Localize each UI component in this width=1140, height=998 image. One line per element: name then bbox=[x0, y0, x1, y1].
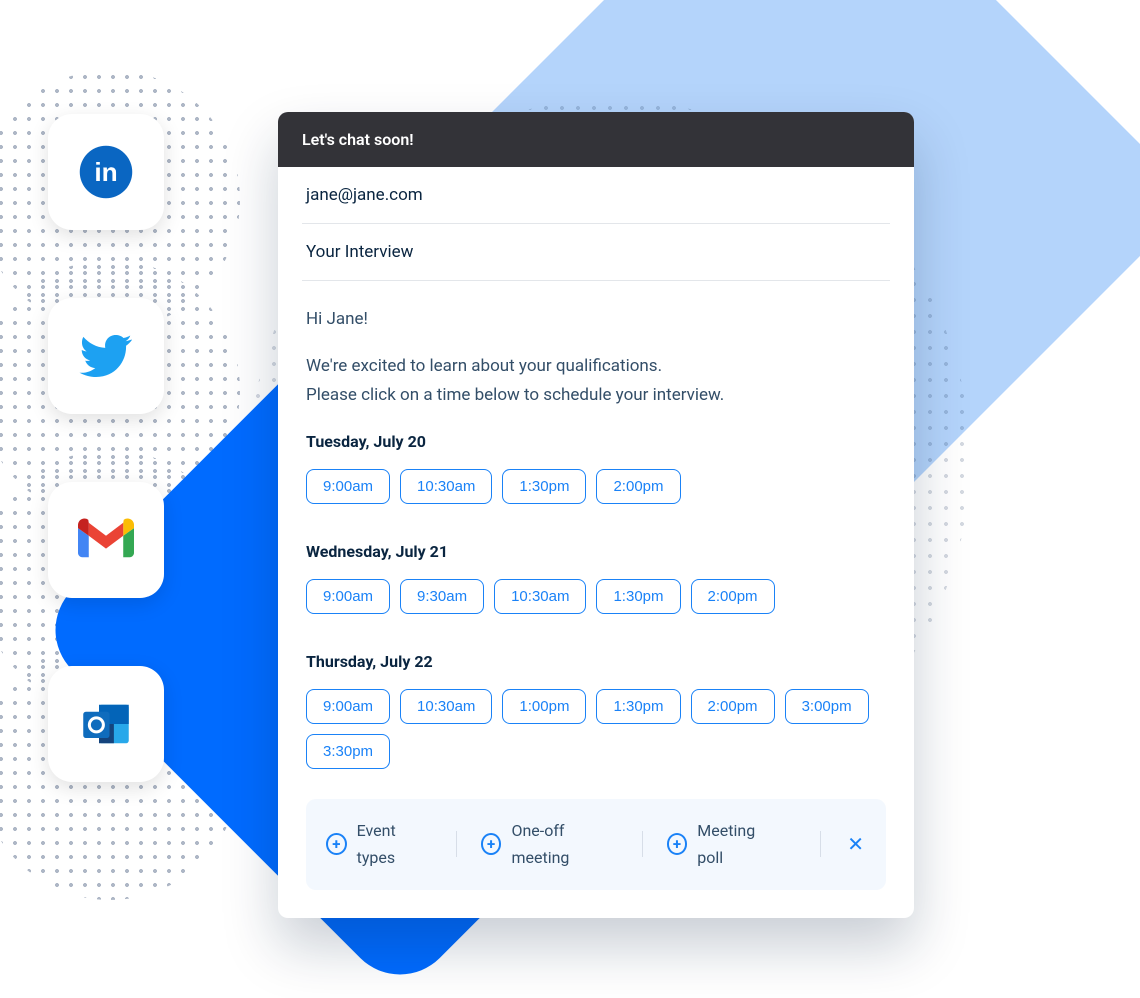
linkedin-icon: in bbox=[48, 114, 164, 230]
time-slot-button[interactable]: 3:30pm bbox=[306, 734, 390, 769]
divider bbox=[820, 831, 821, 857]
twitter-icon bbox=[48, 298, 164, 414]
one-off-meeting-button[interactable]: + One-off meeting bbox=[475, 813, 624, 875]
day-block: Tuesday, July 20 9:00am 10:30am 1:30pm 2:00… bbox=[306, 428, 681, 504]
day-label: Wednesday, July 21 bbox=[306, 538, 775, 565]
to-field[interactable]: jane@jane.com bbox=[302, 167, 890, 224]
compose-toolbar: + Event types + One-off meeting + Meetin… bbox=[306, 799, 886, 889]
divider bbox=[642, 831, 643, 857]
day-label: Thursday, July 22 bbox=[306, 648, 886, 675]
meeting-poll-button[interactable]: + Meeting poll bbox=[661, 813, 785, 875]
event-types-button[interactable]: + Event types bbox=[320, 813, 438, 875]
greeting: Hi Jane! bbox=[306, 305, 886, 334]
time-slot-button[interactable]: 1:30pm bbox=[596, 689, 680, 724]
body-text: We're excited to learn about your qualif… bbox=[306, 352, 886, 410]
time-slot-button[interactable]: 1:30pm bbox=[596, 579, 680, 614]
time-slot-button[interactable]: 2:00pm bbox=[691, 689, 775, 724]
time-slot-button[interactable]: 10:30am bbox=[400, 469, 492, 504]
day-label: Tuesday, July 20 bbox=[306, 428, 681, 455]
email-compose-card: Let's chat soon! jane@jane.com Your Inte… bbox=[278, 112, 914, 918]
outlook-icon bbox=[48, 666, 164, 782]
plus-icon: + bbox=[667, 833, 688, 855]
integration-icons: in bbox=[48, 114, 164, 782]
plus-icon: + bbox=[326, 833, 347, 855]
time-slot-button[interactable]: 1:00pm bbox=[502, 689, 586, 724]
email-body[interactable]: Hi Jane! We're excited to learn about yo… bbox=[302, 281, 890, 894]
day-block: Wednesday, July 21 9:00am 9:30am 10:30am 1:… bbox=[306, 538, 775, 614]
time-slot-button[interactable]: 9:00am bbox=[306, 579, 390, 614]
card-title: Let's chat soon! bbox=[278, 112, 914, 167]
time-slot-button[interactable]: 10:30am bbox=[494, 579, 586, 614]
day-block: Thursday, July 22 9:00am 10:30am 1:00pm 1:3… bbox=[306, 648, 886, 769]
time-slot-button[interactable]: 9:00am bbox=[306, 469, 390, 504]
svg-text:in: in bbox=[94, 157, 117, 187]
time-slot-button[interactable]: 10:30am bbox=[400, 689, 492, 724]
time-slot-button[interactable]: 9:00am bbox=[306, 689, 390, 724]
gmail-icon bbox=[48, 482, 164, 598]
subject-field[interactable]: Your Interview bbox=[302, 224, 890, 281]
time-slot-button[interactable]: 9:30am bbox=[400, 579, 484, 614]
close-icon[interactable]: ✕ bbox=[839, 823, 872, 865]
plus-icon: + bbox=[481, 833, 502, 855]
time-slot-button[interactable]: 3:00pm bbox=[785, 689, 869, 724]
time-slot-button[interactable]: 2:00pm bbox=[596, 469, 680, 504]
divider bbox=[456, 831, 457, 857]
time-slot-button[interactable]: 2:00pm bbox=[691, 579, 775, 614]
time-slot-button[interactable]: 1:30pm bbox=[502, 469, 586, 504]
availability-days: Tuesday, July 20 9:00am 10:30am 1:30pm 2:00… bbox=[306, 428, 886, 770]
